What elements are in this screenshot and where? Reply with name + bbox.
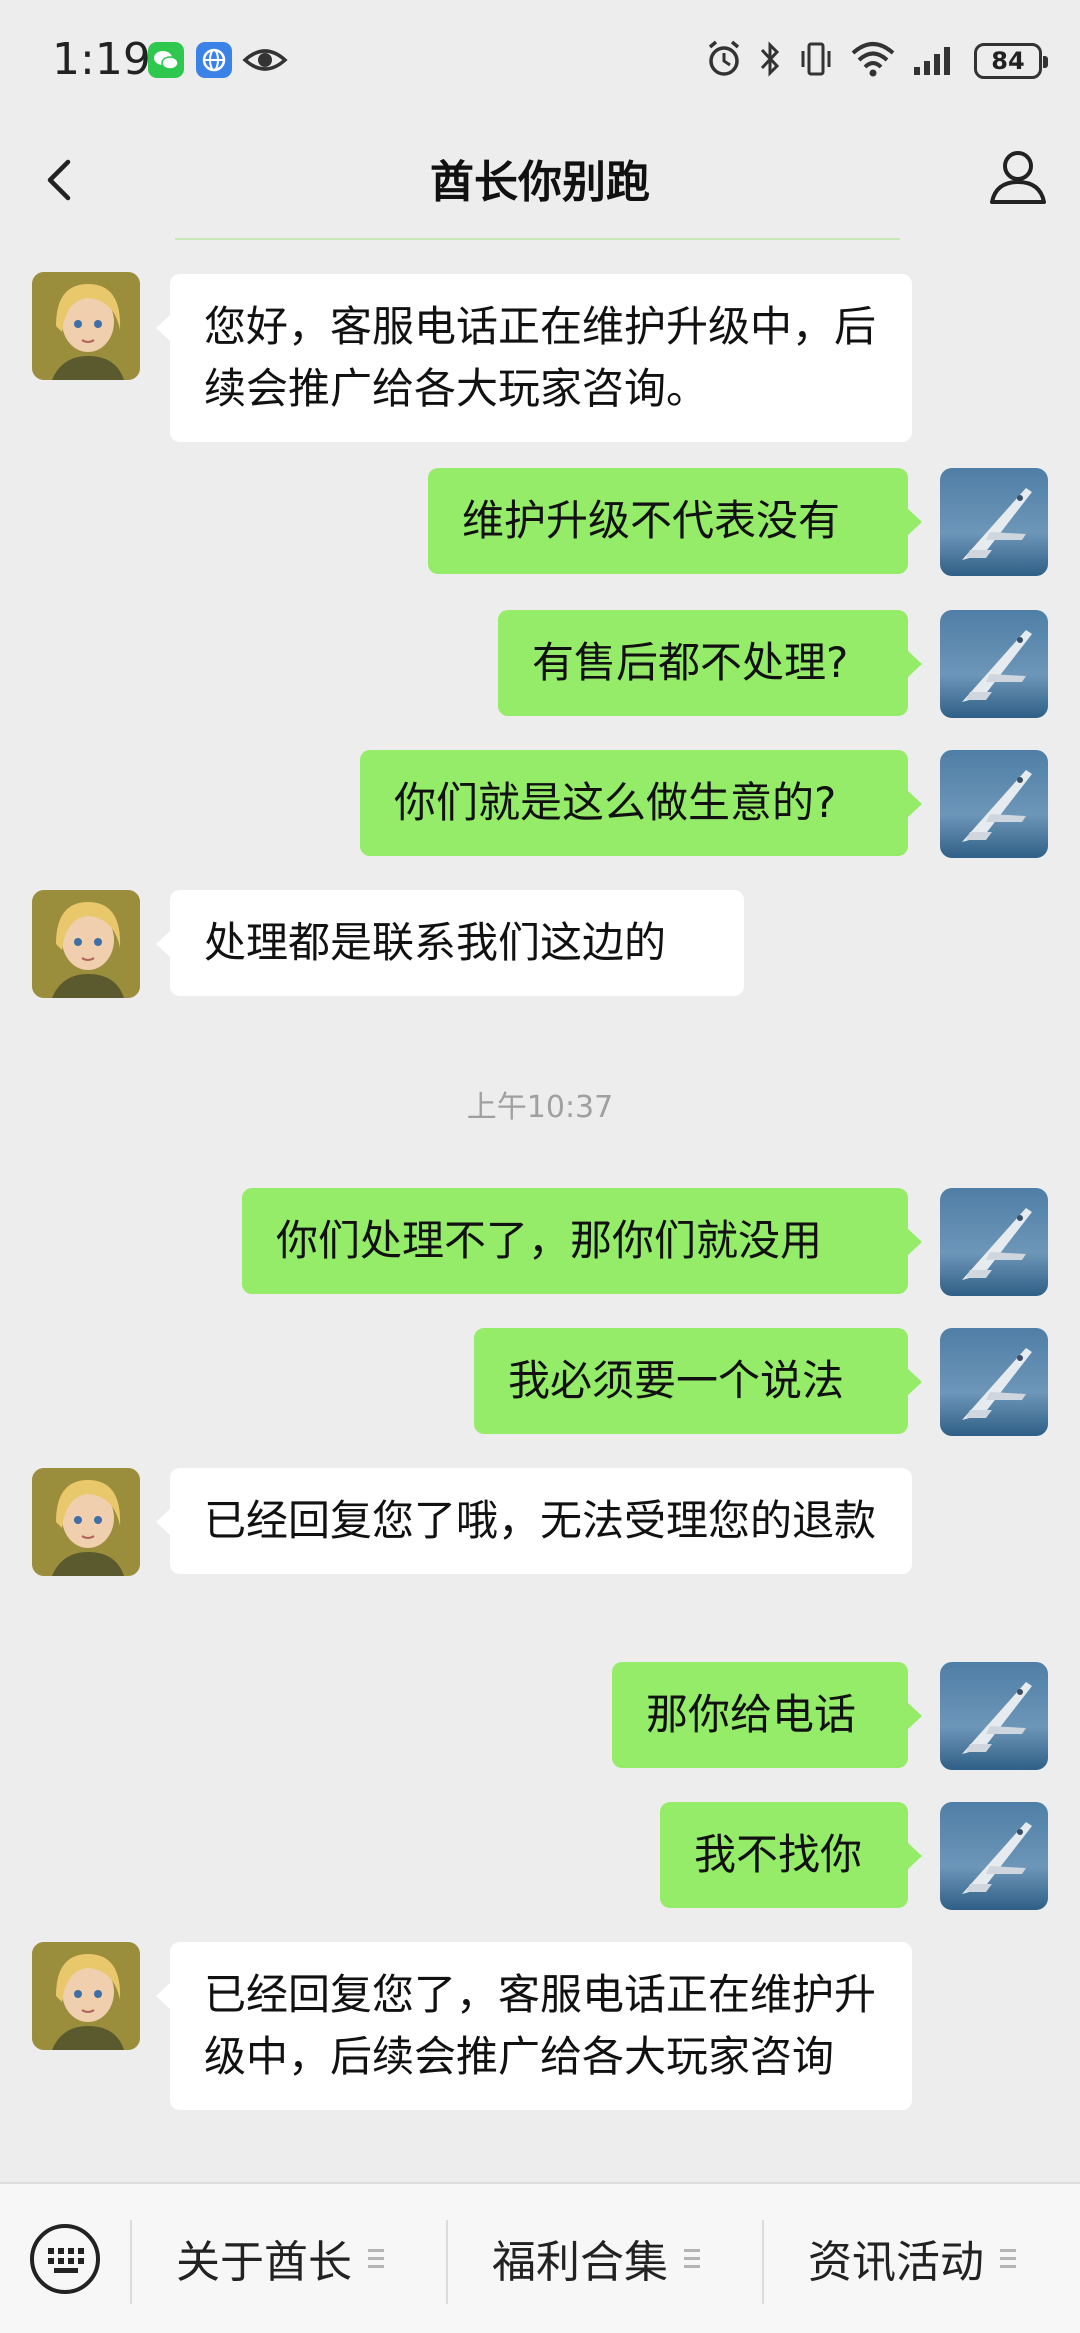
browser-icon	[196, 42, 232, 78]
menu-item-news[interactable]: 资讯活动	[808, 2228, 1016, 2288]
menu-item-benefits[interactable]: 福利合集	[492, 2228, 700, 2288]
user-avatar[interactable]	[940, 1188, 1048, 1296]
user-avatar[interactable]	[940, 468, 1048, 576]
jet-avatar-icon	[940, 750, 1048, 858]
jet-avatar-icon	[940, 468, 1048, 576]
menu-divider	[446, 2220, 448, 2304]
header-divider	[175, 238, 900, 240]
message-bubble-outgoing[interactable]: 那你给电话	[612, 1662, 922, 1768]
user-avatar[interactable]	[940, 1662, 1048, 1770]
battery-icon: 84	[974, 43, 1048, 79]
message-bubble-outgoing[interactable]: 有售后都不处理?	[498, 610, 922, 716]
menu-divider	[762, 2220, 764, 2304]
chat-header: 酋长你别跑	[0, 118, 1080, 240]
bottom-menu-bar: 关于酋长 福利合集 资讯活动	[0, 2182, 1080, 2333]
sender-avatar[interactable]	[32, 1468, 140, 1576]
message-bubble-incoming[interactable]: 处理都是联系我们这边的	[156, 890, 744, 996]
message-bubble-outgoing[interactable]: 维护升级不代表没有	[428, 468, 922, 574]
menu-item-about[interactable]: 关于酋长	[176, 2228, 384, 2288]
submenu-icon	[1000, 2248, 1016, 2268]
jet-avatar-icon	[940, 1662, 1048, 1770]
menu-divider	[130, 2220, 132, 2304]
sender-avatar[interactable]	[32, 1942, 140, 2050]
submenu-icon	[684, 2248, 700, 2268]
jet-avatar-icon	[940, 1328, 1048, 1436]
keyboard-toggle-button[interactable]	[28, 2222, 102, 2296]
sender-avatar[interactable]	[32, 890, 140, 998]
keyboard-icon	[30, 2224, 100, 2294]
wechat-icon	[148, 42, 184, 78]
sender-avatar[interactable]	[32, 272, 140, 380]
message-bubble-outgoing[interactable]: 我必须要一个说法	[474, 1328, 922, 1434]
chat-title: 酋长你别跑	[430, 157, 650, 208]
submenu-icon	[368, 2248, 384, 2268]
user-avatar[interactable]	[940, 1328, 1048, 1436]
message-bubble-outgoing[interactable]: 你们就是这么做生意的?	[360, 750, 922, 856]
message-timestamp: 上午10:37	[466, 1090, 614, 1125]
alarm-icon	[706, 39, 742, 83]
profile-button[interactable]	[982, 142, 1054, 214]
wifi-icon	[850, 39, 896, 83]
status-time: 1:19	[52, 34, 151, 85]
menu-item-label: 关于酋长	[176, 2237, 352, 2288]
person-icon	[990, 151, 1046, 204]
message-bubble-incoming[interactable]: 您好，客服电话正在维护升级中，后续会推广给各大玩家咨询。	[156, 274, 912, 442]
status-bar: 1:19 84	[0, 0, 1080, 118]
user-avatar[interactable]	[940, 1802, 1048, 1910]
eye-icon	[242, 42, 288, 82]
vibrate-icon	[798, 39, 834, 83]
signal-icon	[912, 39, 958, 83]
message-bubble-incoming[interactable]: 已经回复您了哦，无法受理您的退款	[156, 1468, 912, 1574]
jet-avatar-icon	[940, 1802, 1048, 1910]
menu-item-label: 福利合集	[492, 2237, 668, 2288]
menu-item-label: 资讯活动	[808, 2237, 984, 2288]
user-avatar[interactable]	[940, 610, 1048, 718]
bluetooth-icon	[758, 39, 782, 83]
jet-avatar-icon	[940, 1188, 1048, 1296]
jet-avatar-icon	[940, 610, 1048, 718]
message-bubble-incoming[interactable]: 已经回复您了，客服电话正在维护升级中，后续会推广给各大玩家咨询	[156, 1942, 912, 2110]
message-bubble-outgoing[interactable]: 你们处理不了，那你们就没用	[242, 1188, 922, 1294]
message-bubble-outgoing[interactable]: 我不找你	[660, 1802, 922, 1908]
user-avatar[interactable]	[940, 750, 1048, 858]
